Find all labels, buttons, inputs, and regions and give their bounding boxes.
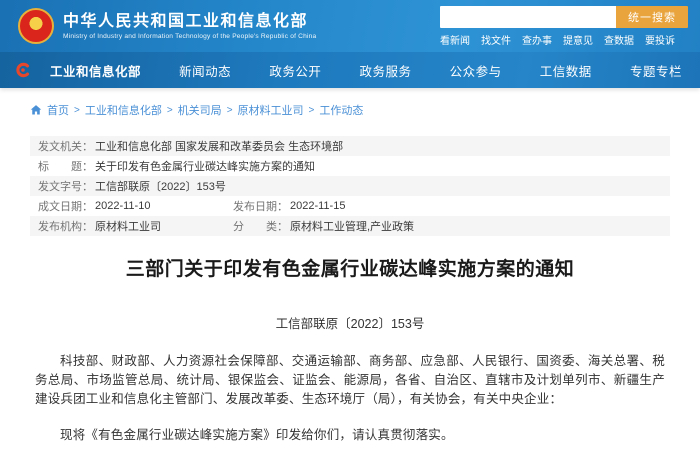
- doc-info-row-title: 标 题： 关于印发有色金属行业碳达峰实施方案的通知: [30, 156, 670, 176]
- doc-info-label: 发文字号：: [38, 178, 93, 194]
- home-icon[interactable]: [30, 104, 42, 116]
- site-header: ★ 中华人民共和国工业和信息化部 Ministry of Industry an…: [0, 0, 700, 52]
- quick-link-news[interactable]: 看新闻: [440, 32, 470, 47]
- search-bar: 统一搜索: [440, 6, 688, 28]
- breadcrumb-separator: >: [227, 105, 233, 116]
- quick-link-data[interactable]: 查数据: [604, 32, 634, 47]
- brand-text: 中华人民共和国工业和信息化部 Ministry of Industry and …: [63, 12, 316, 40]
- quick-link-affairs[interactable]: 查办事: [522, 32, 552, 47]
- doc-info-value: 原材料工业司: [95, 218, 161, 234]
- main-nav: 工业和信息化部 新闻动态 政务公开 政务服务 公众参与 工信数据 专题专栏: [0, 52, 700, 88]
- nav-items: 工业和信息化部 新闻动态 政务公开 政务服务 公众参与 工信数据 专题专栏: [50, 61, 688, 80]
- doc-info-cell: 发文机关： 工业和信息化部 国家发展和改革委员会 生态环境部: [38, 138, 662, 154]
- breadcrumb: 首页 > 工业和信息化部 > 机关司局 > 原材料工业司 > 工作动态: [0, 88, 700, 128]
- doc-info-value: 2022-11-15: [290, 200, 345, 212]
- page: ★ 中华人民共和国工业和信息化部 Ministry of Industry an…: [0, 0, 700, 450]
- nav-item-gov-disclosure[interactable]: 政务公开: [269, 61, 321, 80]
- doc-info-label: 发布机构：: [38, 218, 93, 234]
- article: 三部门关于印发有色金属行业碳达峰实施方案的通知 工信部联原〔2022〕153号 …: [0, 254, 700, 445]
- article-title: 三部门关于印发有色金属行业碳达峰实施方案的通知: [35, 254, 665, 281]
- breadcrumb-home[interactable]: 首页: [47, 102, 69, 118]
- doc-info-label: 成文日期：: [38, 198, 93, 214]
- doc-info-label: 分 类：: [233, 218, 288, 234]
- doc-info-cell: 标 题： 关于印发有色金属行业碳达峰实施方案的通知: [38, 158, 662, 174]
- breadcrumb-miit[interactable]: 工业和信息化部: [85, 102, 162, 118]
- doc-info-cell: 分 类： 原材料工业管理,产业政策: [233, 218, 662, 234]
- article-paragraph-recipients: 科技部、财政部、人力资源社会保障部、交通运输部、商务部、应急部、人民银行、国资委…: [35, 352, 665, 409]
- quick-link-complaints[interactable]: 要投诉: [645, 32, 675, 47]
- nav-item-news[interactable]: 新闻动态: [179, 61, 231, 80]
- doc-info-cell: 发布日期： 2022-11-15: [233, 198, 662, 214]
- doc-info-table: 发文机关： 工业和信息化部 国家发展和改革委员会 生态环境部 标 题： 关于印发…: [30, 136, 670, 236]
- doc-info-label: 标 题：: [38, 158, 93, 174]
- breadcrumb-separator: >: [167, 105, 173, 116]
- nav-item-miit-data[interactable]: 工信数据: [540, 61, 592, 80]
- nav-item-miit[interactable]: 工业和信息化部: [50, 61, 141, 80]
- emblem-star: ★: [30, 17, 42, 30]
- doc-info-row-publisher: 发布机构： 原材料工业司 分 类： 原材料工业管理,产业政策: [30, 216, 670, 236]
- header-right: 统一搜索 看新闻 找文件 查办事 提意见 查数据 要投诉: [440, 6, 688, 47]
- article-doc-number: 工信部联原〔2022〕153号: [35, 313, 665, 332]
- breadcrumb-raw-materials-dept[interactable]: 原材料工业司: [238, 102, 304, 118]
- nav-item-public-participation[interactable]: 公众参与: [450, 61, 502, 80]
- breadcrumb-work-trends[interactable]: 工作动态: [319, 102, 363, 118]
- doc-info-cell: 发文字号： 工信部联原〔2022〕153号: [38, 178, 662, 194]
- quick-links: 看新闻 找文件 查办事 提意见 查数据 要投诉: [440, 32, 675, 47]
- national-emblem-icon: ★: [18, 8, 54, 44]
- miit-logo-icon: [14, 61, 32, 79]
- doc-info-row-doc-number: 发文字号： 工信部联原〔2022〕153号: [30, 176, 670, 196]
- doc-info-value: 原材料工业管理,产业政策: [290, 218, 414, 234]
- site-title: 中华人民共和国工业和信息化部: [63, 12, 316, 31]
- site-subtitle: Ministry of Industry and Information Tec…: [63, 33, 316, 40]
- breadcrumb-departments[interactable]: 机关司局: [178, 102, 222, 118]
- article-paragraph-directive: 现将《有色金属行业碳达峰实施方案》印发给你们，请认真贯彻落实。: [35, 426, 665, 445]
- unified-search-button[interactable]: 统一搜索: [616, 6, 688, 28]
- search-input[interactable]: [440, 6, 616, 28]
- doc-info-value: 2022-11-10: [95, 200, 150, 212]
- doc-info-value: 关于印发有色金属行业碳达峰实施方案的通知: [95, 158, 315, 174]
- quick-link-suggestions[interactable]: 提意见: [563, 32, 593, 47]
- breadcrumb-separator: >: [74, 105, 80, 116]
- doc-info-cell: 成文日期： 2022-11-10: [38, 198, 233, 214]
- breadcrumb-separator: >: [309, 105, 315, 116]
- doc-info-row-dates: 成文日期： 2022-11-10 发布日期： 2022-11-15: [30, 196, 670, 216]
- quick-link-files[interactable]: 找文件: [481, 32, 511, 47]
- doc-info-cell: 发布机构： 原材料工业司: [38, 218, 233, 234]
- doc-info-value: 工信部联原〔2022〕153号: [95, 178, 226, 194]
- nav-item-gov-services[interactable]: 政务服务: [359, 61, 411, 80]
- nav-item-special-topics[interactable]: 专题专栏: [630, 61, 682, 80]
- doc-info-row-issuing-agency: 发文机关： 工业和信息化部 国家发展和改革委员会 生态环境部: [30, 136, 670, 156]
- doc-info-value: 工业和信息化部 国家发展和改革委员会 生态环境部: [95, 138, 343, 154]
- site-brand[interactable]: ★ 中华人民共和国工业和信息化部 Ministry of Industry an…: [18, 8, 316, 44]
- doc-info-label: 发布日期：: [233, 198, 288, 214]
- doc-info-label: 发文机关：: [38, 138, 93, 154]
